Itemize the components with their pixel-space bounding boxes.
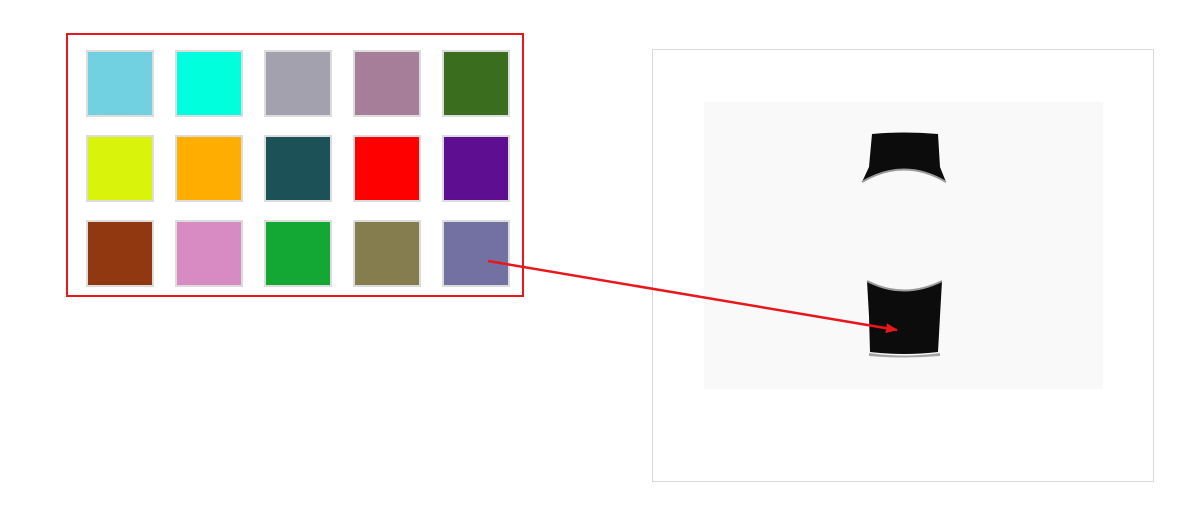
color-swatch-green[interactable] xyxy=(264,220,332,287)
color-swatch-pink[interactable] xyxy=(175,220,243,287)
product-preview-frame xyxy=(652,49,1154,482)
color-swatch-dark-teal[interactable] xyxy=(264,135,332,202)
color-swatch-gray[interactable] xyxy=(264,50,332,117)
color-swatch-cyan[interactable] xyxy=(175,50,243,117)
color-swatch-slate-blue[interactable] xyxy=(442,220,510,287)
color-swatch-light-blue[interactable] xyxy=(86,50,154,117)
color-picker-scene xyxy=(0,0,1202,526)
product-preview-canvas xyxy=(704,102,1103,389)
color-swatch-orange[interactable] xyxy=(175,135,243,202)
watch-strap-bottom-piece[interactable] xyxy=(867,281,942,354)
color-palette-panel xyxy=(66,33,524,297)
watch-strap-image[interactable] xyxy=(704,102,1103,389)
color-swatch-dark-green[interactable] xyxy=(442,50,510,117)
color-swatch-purple[interactable] xyxy=(442,135,510,202)
color-swatch-red[interactable] xyxy=(353,135,421,202)
color-swatch-olive[interactable] xyxy=(353,220,421,287)
color-swatch-brown[interactable] xyxy=(86,220,154,287)
color-swatch-lime[interactable] xyxy=(86,135,154,202)
color-swatch-mauve[interactable] xyxy=(353,50,421,117)
